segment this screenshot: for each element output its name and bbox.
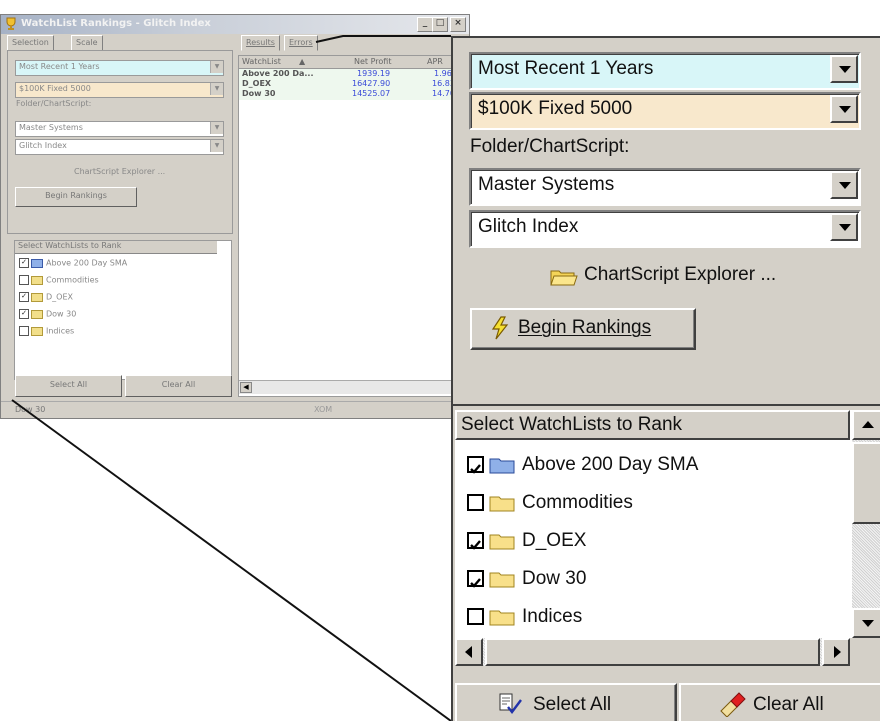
chevron-down-icon[interactable] bbox=[830, 55, 858, 83]
select-all-button[interactable]: Select All bbox=[455, 683, 677, 721]
checkbox-unchecked[interactable] bbox=[467, 608, 484, 625]
chevron-down-icon[interactable] bbox=[830, 95, 858, 123]
panel-divider bbox=[453, 404, 880, 406]
watchlist-list-header: Select WatchLists to Rank bbox=[455, 410, 850, 440]
eraser-icon bbox=[720, 692, 746, 717]
checkbox-checked[interactable] bbox=[467, 532, 484, 550]
checkbox-checked[interactable] bbox=[467, 570, 484, 588]
scroll-thumb[interactable] bbox=[852, 442, 880, 524]
period-value: Most Recent 1 Years bbox=[478, 58, 654, 79]
watchlist-list[interactable]: Select WatchLists to Rank Above 200 Day … bbox=[455, 410, 880, 638]
hscroll-thumb[interactable] bbox=[485, 638, 820, 666]
folder-value: Master Systems bbox=[478, 174, 615, 195]
item-label: Commodities bbox=[522, 492, 633, 513]
lightning-icon bbox=[491, 316, 509, 340]
folder-icon bbox=[489, 610, 515, 626]
chartscript-explorer-link[interactable]: ChartScript Explorer ... bbox=[550, 264, 810, 290]
checkbox-checked[interactable] bbox=[467, 456, 484, 474]
sizing-value: $100K Fixed 5000 bbox=[478, 98, 633, 119]
scroll-down-icon[interactable] bbox=[852, 608, 880, 638]
folder-icon bbox=[489, 534, 515, 550]
vertical-scrollbar[interactable] bbox=[852, 410, 880, 638]
item-label: Above 200 Day SMA bbox=[522, 454, 699, 475]
folder-icon bbox=[489, 572, 515, 588]
chartscript-select[interactable]: Glitch Index bbox=[469, 210, 861, 248]
horizontal-scrollbar[interactable] bbox=[455, 638, 850, 666]
clear-all-label: Clear All bbox=[753, 694, 824, 715]
chevron-down-icon[interactable] bbox=[830, 171, 858, 199]
check-icon bbox=[470, 540, 481, 550]
begin-rankings-label: Begin Rankings bbox=[518, 317, 652, 338]
folder-icon bbox=[489, 496, 515, 512]
folder-select[interactable]: Master Systems bbox=[469, 168, 861, 206]
item-label: Indices bbox=[522, 606, 583, 627]
begin-rankings-button[interactable]: Begin Rankings bbox=[470, 308, 696, 350]
folder-chartscript-label: Folder/ChartScript: bbox=[470, 136, 630, 157]
period-select[interactable]: Most Recent 1 Years bbox=[469, 52, 861, 90]
checkbox-unchecked[interactable] bbox=[467, 494, 484, 511]
list-header-label: Select WatchLists to Rank bbox=[461, 414, 683, 435]
chartscript-value: Glitch Index bbox=[478, 216, 579, 237]
open-folder-icon bbox=[550, 270, 578, 286]
scroll-up-icon[interactable] bbox=[852, 410, 880, 440]
item-label: Dow 30 bbox=[522, 568, 587, 589]
select-all-icon bbox=[499, 693, 522, 714]
check-icon bbox=[470, 464, 481, 474]
sizing-select[interactable]: $100K Fixed 5000 bbox=[469, 92, 861, 130]
scroll-left-icon[interactable] bbox=[455, 638, 483, 666]
zoomed-selection-panel: Most Recent 1 Years $100K Fixed 5000 Fol… bbox=[451, 36, 880, 721]
check-icon bbox=[470, 578, 481, 588]
chevron-down-icon[interactable] bbox=[830, 213, 858, 241]
item-label: D_OEX bbox=[522, 530, 587, 551]
scroll-right-icon[interactable] bbox=[822, 638, 850, 666]
select-all-label: Select All bbox=[533, 694, 612, 715]
explorer-label: ChartScript Explorer ... bbox=[584, 264, 777, 285]
folder-icon bbox=[489, 458, 515, 474]
clear-all-button[interactable]: Clear All bbox=[679, 683, 880, 721]
